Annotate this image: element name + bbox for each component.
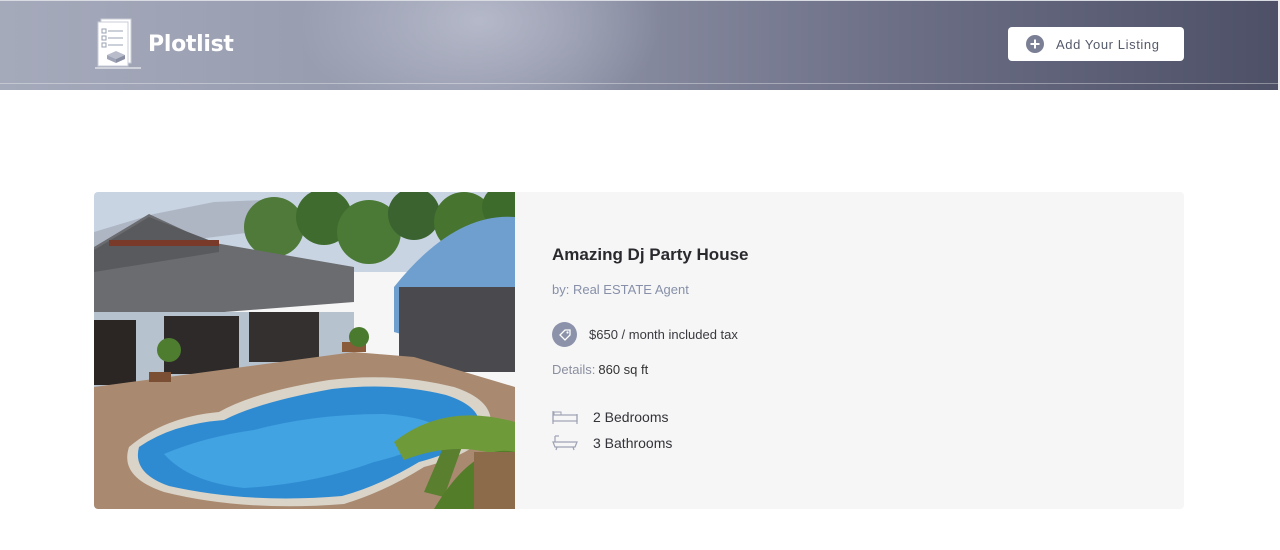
- bedrooms-label: 2 Bedrooms: [593, 409, 669, 425]
- bathrooms-label: 3 Bathrooms: [593, 435, 673, 451]
- add-listing-button[interactable]: Add Your Listing: [1008, 27, 1184, 61]
- site-header: Plotlist Add Your Listing: [0, 0, 1278, 90]
- bathrooms-row: 3 Bathrooms: [552, 435, 672, 451]
- listing-card[interactable]: Amazing Dj Party House by: Real ESTATE A…: [94, 192, 1184, 509]
- listing-price: $650 / month included tax: [589, 327, 738, 342]
- brand-name: Plotlist: [148, 31, 234, 57]
- listing-details: Details: 860 sq ft: [552, 362, 648, 377]
- add-listing-label: Add Your Listing: [1056, 36, 1160, 52]
- brand-logo[interactable]: Plotlist: [95, 17, 234, 69]
- listing-title[interactable]: Amazing Dj Party House: [552, 245, 749, 265]
- bedrooms-row: 2 Bedrooms: [552, 409, 668, 425]
- bed-icon: [552, 411, 578, 424]
- details-label: Details:: [552, 362, 596, 377]
- plus-circle-icon: [1026, 35, 1044, 53]
- money-tag-icon: [552, 322, 577, 347]
- bathtub-icon: [552, 435, 578, 451]
- price-row: $650 / month included tax: [552, 322, 738, 347]
- details-value: 860 sq ft: [598, 362, 649, 377]
- listing-photo[interactable]: [94, 192, 515, 509]
- listing-agent[interactable]: by: Real ESTATE Agent: [552, 282, 689, 297]
- document-stack-icon: [95, 18, 141, 69]
